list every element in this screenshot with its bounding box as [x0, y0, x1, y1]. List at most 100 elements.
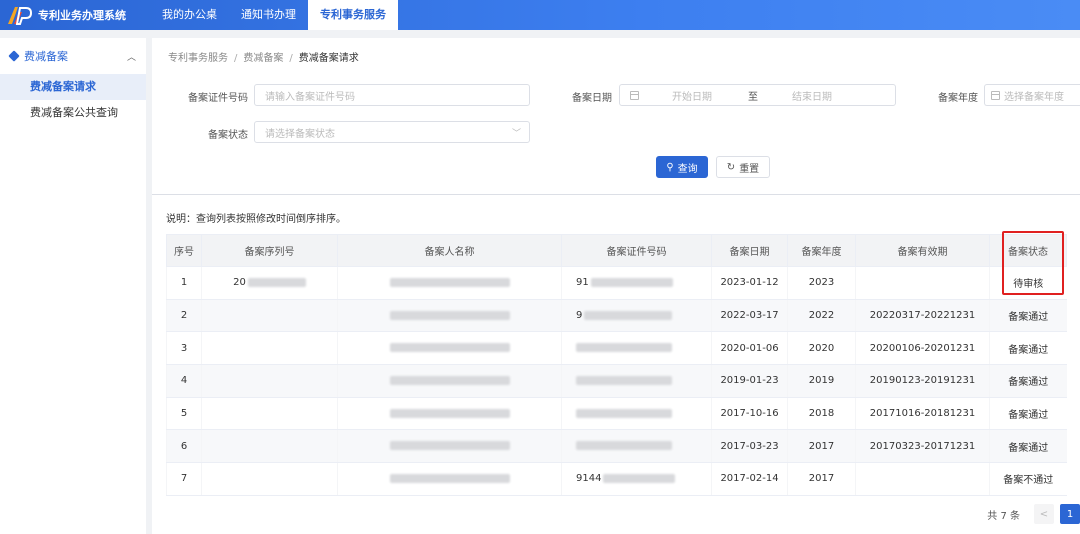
redaction: [247, 277, 306, 287]
breadcrumb-item[interactable]: 专利事务服务: [168, 53, 228, 64]
cell-status: 备案通过: [989, 331, 1067, 366]
cell-valid: [855, 266, 990, 300]
breadcrumb-current: 费减备案请求: [298, 53, 359, 64]
redaction: [389, 343, 510, 353]
nav-item-notice[interactable]: 通知书办理: [229, 0, 308, 30]
cert-input[interactable]: 请输入备案证件号码: [254, 84, 530, 106]
cell-name: [337, 462, 562, 496]
sidebar: 费减备案 ︿ 费减备案请求 费减备案公共查询: [0, 38, 146, 534]
cell-status: 备案通过: [989, 364, 1067, 398]
date-end-placeholder[interactable]: 结束日期: [792, 88, 832, 103]
cell-serial: [201, 364, 338, 398]
logo-icon: [8, 7, 32, 25]
cell-date: 2023-01-12: [711, 266, 788, 300]
year-placeholder: 选择备案年度: [1004, 91, 1064, 103]
cell-serial-text: 20: [233, 277, 246, 289]
divider: [152, 194, 1080, 195]
cell-name: [337, 364, 562, 398]
cell-year: 2017: [787, 462, 856, 496]
cell-serial: [201, 397, 338, 431]
calendar-icon: [630, 90, 639, 100]
date-range-separator: 至: [748, 91, 758, 103]
col-header-index: 序号: [166, 234, 202, 267]
redaction: [576, 343, 672, 353]
date-range-picker[interactable]: 开始日期 至 结束日期: [619, 84, 896, 106]
col-header-date: 备案日期: [711, 234, 788, 267]
cell-year: 2019: [787, 364, 856, 398]
sidebar-group-fee-reduction[interactable]: 费减备案 ︿: [0, 38, 146, 74]
cell-valid: 20190123-20191231: [855, 364, 990, 398]
cell-status: 备案不通过: [989, 462, 1067, 496]
sidebar-item-fee-reduction-request[interactable]: 费减备案请求: [0, 74, 146, 100]
cell-year: 2018: [787, 397, 856, 431]
cell-cert: [561, 364, 712, 398]
date-label: 备案日期: [572, 93, 612, 104]
col-header-name: 备案人名称: [337, 234, 562, 267]
nav-item-desk[interactable]: 我的办公桌: [150, 0, 229, 30]
cell-serial: [201, 462, 338, 496]
cell-serial: [201, 331, 338, 366]
main-nav: 我的办公桌 通知书办理 专利事务服务: [150, 0, 398, 30]
table-row[interactable]: 1 20 91 2023-01-12 2023 待审核: [166, 266, 1067, 300]
cell-date: 2019-01-23: [711, 364, 788, 398]
status-select[interactable]: 请选择备案状态 ﹀: [254, 121, 530, 143]
cell-index: 1: [166, 266, 202, 300]
cell-valid: 20200106-20201231: [855, 331, 990, 366]
cell-year: 2020: [787, 331, 856, 366]
cell-cert: 91: [561, 266, 712, 300]
breadcrumb-item[interactable]: 费减备案: [243, 53, 283, 64]
redaction: [389, 473, 510, 483]
cell-cert: 9144: [561, 462, 712, 496]
chevron-up-icon[interactable]: ︿: [127, 50, 136, 63]
cell-cert-text: 9144: [576, 473, 602, 485]
cell-name: [337, 429, 562, 464]
year-picker[interactable]: 选择备案年度: [984, 84, 1080, 106]
pagination: 共 7 条 < 1: [987, 504, 1080, 524]
query-button[interactable]: ⚲ 查询: [656, 156, 708, 178]
cell-index: 7: [166, 462, 202, 496]
table-row[interactable]: 4 2019-01-23 2019 20190123-20191231 备案通过: [166, 364, 1067, 398]
redaction: [389, 310, 510, 320]
redaction: [576, 375, 672, 385]
reset-button[interactable]: ↻ 重置: [716, 156, 770, 178]
table-row[interactable]: 6 2017-03-23 2017 20170323-20171231 备案通过: [166, 429, 1067, 464]
cell-valid: 20220317-20221231: [855, 299, 990, 333]
redaction: [576, 408, 672, 418]
page-button-1[interactable]: 1: [1060, 504, 1080, 524]
cell-valid: 20171016-20181231: [855, 397, 990, 431]
table-row[interactable]: 5 2017-10-16 2018 20171016-20181231 备案通过: [166, 397, 1067, 431]
list-note: 说明：查询列表按照修改时间倒序排序。: [166, 214, 346, 225]
date-start-placeholder[interactable]: 开始日期: [672, 88, 712, 103]
year-label: 备案年度: [938, 93, 978, 104]
cell-index: 5: [166, 397, 202, 431]
cert-placeholder: 请输入备案证件号码: [265, 91, 355, 103]
cell-cert-text: 91: [576, 277, 589, 289]
app-title: 专利业务办理系统: [38, 9, 126, 22]
cell-date: 2022-03-17: [711, 299, 788, 333]
cell-status: 待审核: [989, 266, 1067, 300]
table-row[interactable]: 3 2020-01-06 2020 20200106-20201231 备案通过: [166, 331, 1067, 366]
sidebar-group-label: 费减备案: [24, 50, 68, 63]
cell-cert: 9: [561, 299, 712, 333]
col-header-serial: 备案序列号: [201, 234, 338, 267]
cell-status: 备案通过: [989, 397, 1067, 431]
prev-page-button[interactable]: <: [1034, 504, 1054, 524]
nav-item-patent-service[interactable]: 专利事务服务: [308, 0, 398, 30]
col-header-valid: 备案有效期: [855, 234, 990, 267]
refresh-icon: ↻: [726, 161, 736, 173]
table-header-row: 序号 备案序列号 备案人名称 备案证件号码 备案日期 备案年度 备案有效期 备案…: [166, 234, 1067, 267]
top-navbar: 专利业务办理系统 我的办公桌 通知书办理 专利事务服务: [0, 0, 1080, 30]
cell-year: 2022: [787, 299, 856, 333]
sidebar-item-fee-reduction-public-query[interactable]: 费减备案公共查询: [0, 100, 146, 126]
cell-year: 2023: [787, 266, 856, 300]
table-row[interactable]: 7 9144 2017-02-14 2017 备案不通过: [166, 462, 1067, 496]
table-row[interactable]: 2 9 2022-03-17 2022 20220317-20221231 备案…: [166, 299, 1067, 333]
col-header-year: 备案年度: [787, 234, 856, 267]
cell-valid: 20170323-20171231: [855, 429, 990, 464]
col-header-cert: 备案证件号码: [561, 234, 712, 267]
cell-serial: [201, 429, 338, 464]
cell-date: 2017-03-23: [711, 429, 788, 464]
brand[interactable]: 专利业务办理系统: [0, 0, 150, 30]
cell-name: [337, 299, 562, 333]
cell-serial: [201, 299, 338, 333]
